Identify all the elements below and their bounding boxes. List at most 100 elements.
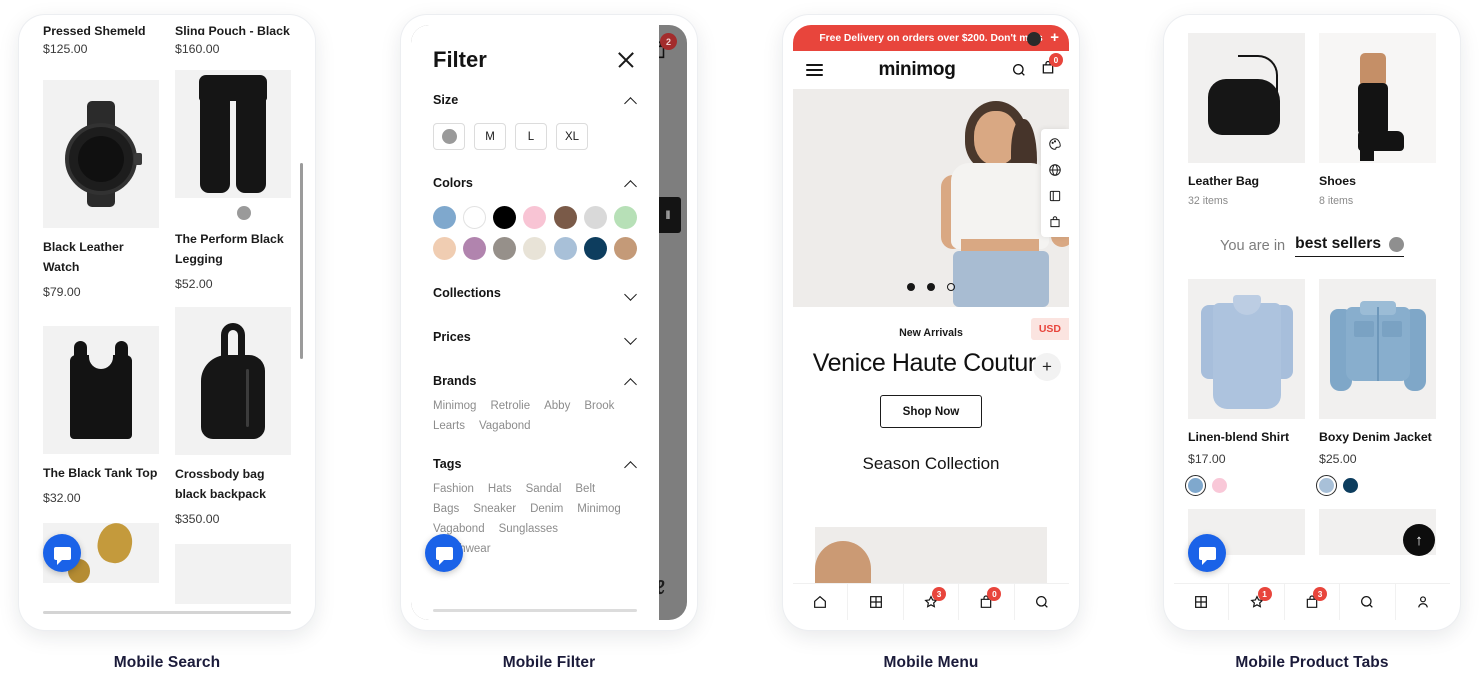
horizontal-scrollbar[interactable] — [433, 609, 637, 612]
filter-section-collections[interactable]: Collections — [433, 286, 637, 300]
tag-chip[interactable]: Fashion — [433, 483, 474, 495]
tag-chip[interactable]: Sandal — [526, 483, 562, 495]
color-swatch[interactable] — [1343, 478, 1358, 493]
tab-home[interactable] — [793, 584, 849, 620]
tab-search[interactable] — [1015, 584, 1069, 620]
slider-dot[interactable] — [927, 283, 935, 291]
color-swatch[interactable] — [237, 206, 251, 220]
slider-dot[interactable] — [947, 283, 955, 291]
globe-icon[interactable] — [1048, 163, 1062, 177]
tag-chip[interactable]: Bags — [433, 503, 459, 515]
color-swatch[interactable] — [583, 237, 607, 260]
hero-slider[interactable] — [793, 89, 1069, 307]
leather-bag-icon — [1207, 55, 1286, 141]
palette-icon[interactable] — [1048, 137, 1062, 151]
color-swatch[interactable] — [553, 206, 577, 229]
slider-dot[interactable] — [907, 283, 915, 291]
product-name[interactable]: Boxy Denim Jacket — [1319, 430, 1436, 444]
color-swatch[interactable] — [553, 237, 577, 260]
tab-account[interactable] — [1396, 584, 1450, 620]
product-card[interactable]: Boxy Denim Jacket $25.00 — [1315, 279, 1436, 555]
tag-chip[interactable]: Belt — [575, 483, 595, 495]
size-option-xl[interactable]: XL — [556, 123, 588, 150]
collection-dropdown[interactable]: best sellers — [1295, 235, 1404, 257]
screen-mobile-filter[interactable]: 2 ‖ ℓ Filter Size S M — [411, 25, 687, 620]
collection-card[interactable]: Leather Bag 32 items — [1188, 33, 1305, 207]
collection-card[interactable]: Shoes 8 items — [1319, 33, 1436, 207]
close-icon[interactable]: + — [1050, 29, 1059, 47]
filter-section-tags[interactable]: Tags — [433, 457, 637, 471]
tab-wishlist[interactable]: 1 — [1229, 584, 1285, 620]
product-image[interactable] — [175, 306, 291, 455]
color-swatch[interactable] — [583, 206, 607, 229]
tab-cart[interactable]: 0 — [959, 584, 1015, 620]
product-name[interactable]: The Perform Black Legging — [175, 230, 291, 270]
filter-section-brands[interactable]: Brands — [433, 374, 637, 388]
color-swatch[interactable] — [1315, 474, 1338, 497]
tag-chip[interactable]: Hats — [488, 483, 512, 495]
currency-chip[interactable]: USD — [1030, 318, 1069, 340]
scroll-to-top-button[interactable]: ↑ — [1403, 524, 1435, 556]
color-swatch[interactable] — [523, 237, 547, 260]
bag-icon[interactable] — [1048, 215, 1062, 229]
filter-section-prices[interactable]: Prices — [433, 330, 637, 344]
color-swatch[interactable] — [613, 206, 637, 229]
color-swatch[interactable] — [1184, 474, 1207, 497]
vertical-scrollbar[interactable] — [300, 163, 303, 359]
hamburger-icon[interactable] — [806, 61, 823, 80]
cart-button[interactable]: 0 — [1040, 53, 1063, 81]
tag-chip[interactable]: Sneaker — [473, 503, 516, 515]
search-icon[interactable] — [1011, 62, 1027, 78]
add-button[interactable]: + — [1033, 353, 1061, 381]
tab-cart[interactable]: 3 — [1285, 584, 1341, 620]
tab-catalog[interactable] — [1174, 584, 1230, 620]
color-swatch[interactable] — [463, 237, 487, 260]
color-swatch[interactable] — [613, 237, 637, 260]
filter-section-size[interactable]: Size — [433, 93, 637, 107]
tab-catalog[interactable] — [848, 584, 904, 620]
screen-mobile-menu[interactable]: Free Delivery on orders over $200. Don't… — [793, 25, 1069, 620]
product-image[interactable] — [43, 80, 159, 228]
brand-chip[interactable]: Retrolie — [490, 400, 530, 412]
product-name[interactable]: The Black Tank Top — [43, 464, 159, 484]
tag-chip[interactable]: Sunglasses — [499, 523, 558, 535]
horizontal-scrollbar[interactable] — [43, 611, 291, 614]
color-swatch[interactable] — [463, 206, 487, 229]
color-swatch[interactable] — [433, 206, 456, 229]
brand-chip[interactable]: Brook — [584, 400, 614, 412]
book-icon[interactable] — [1048, 189, 1062, 203]
size-option-m[interactable]: M — [474, 123, 506, 150]
product-image[interactable] — [43, 325, 159, 454]
tag-chip[interactable]: Denim — [530, 503, 563, 515]
collection-count: 8 items — [1319, 195, 1354, 207]
product-card[interactable]: Linen-blend Shirt $17.00 — [1184, 279, 1305, 555]
screen-mobile-search[interactable]: Pressed Shemeld Black $125.00 Black Leat… — [29, 25, 305, 620]
color-swatch[interactable] — [523, 206, 547, 229]
size-option-s[interactable]: S — [433, 123, 465, 150]
tag-chip[interactable]: Minimog — [577, 503, 620, 515]
color-swatch[interactable] — [1212, 478, 1227, 493]
brand-chip[interactable]: Minimog — [433, 400, 476, 412]
color-swatch[interactable] — [433, 237, 456, 260]
filter-section-colors[interactable]: Colors — [433, 176, 637, 190]
close-icon[interactable] — [615, 49, 637, 71]
product-name[interactable]: Crossbody bag black backpack — [175, 465, 291, 505]
product-name[interactable]: Black Leather Watch — [43, 238, 159, 278]
product-name[interactable]: Linen-blend Shirt — [1188, 430, 1305, 444]
shop-now-button[interactable]: Shop Now — [879, 395, 983, 428]
size-option-l[interactable]: L — [515, 123, 547, 150]
tab-search[interactable] — [1340, 584, 1396, 620]
brand-chip[interactable]: Abby — [544, 400, 570, 412]
product-image[interactable] — [175, 70, 291, 198]
section-image[interactable] — [815, 527, 1047, 583]
chat-widget-button[interactable] — [1188, 534, 1226, 572]
color-swatch[interactable] — [493, 206, 517, 229]
tab-wishlist[interactable]: 3 — [904, 584, 960, 620]
product-image[interactable] — [175, 543, 291, 604]
color-swatch[interactable] — [493, 237, 517, 260]
chat-widget-button[interactable] — [43, 534, 81, 572]
brand-chip[interactable]: Vagabond — [479, 420, 531, 432]
brand-chip[interactable]: Learts — [433, 420, 465, 432]
brand-logo[interactable]: minimog — [878, 59, 955, 81]
chat-widget-button[interactable] — [425, 534, 463, 572]
